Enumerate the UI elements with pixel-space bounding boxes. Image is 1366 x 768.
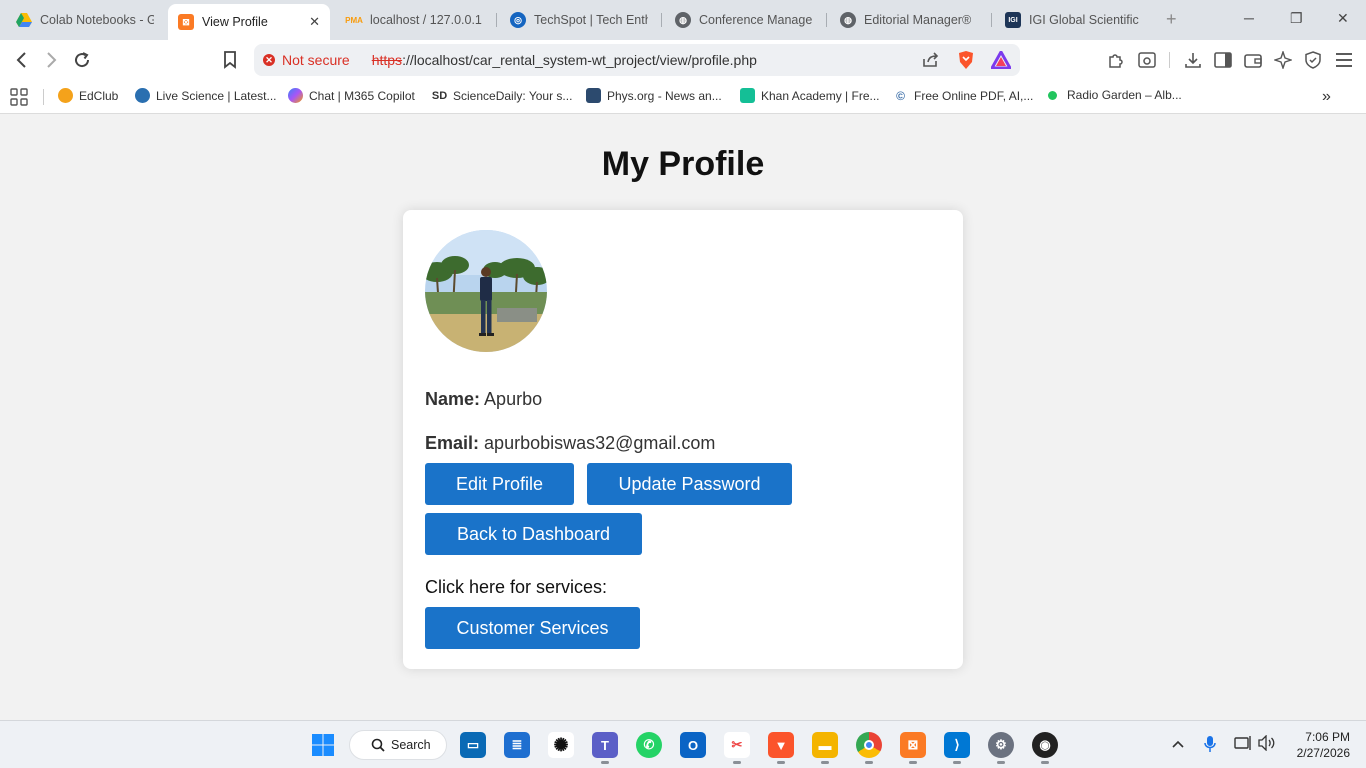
tab-view-profile[interactable]: ⊠ View Profile ✕: [168, 4, 330, 40]
igi-icon: IGI: [1005, 12, 1021, 28]
tab-conference-manager[interactable]: ◍ Conference Managem: [665, 6, 823, 34]
downloads-icon[interactable]: [1182, 49, 1204, 71]
bookmark-khan-academy[interactable]: Khan Academy | Fre...: [740, 88, 880, 103]
xampp-taskbar-icon[interactable]: ⊠: [900, 732, 926, 758]
sciencedaily-icon: SD: [431, 89, 448, 102]
window-close-icon[interactable]: ✕: [1337, 10, 1349, 27]
tab-phpmyadmin[interactable]: PMA localhost / 127.0.0.1 /: [336, 6, 494, 34]
teams-icon[interactable]: T: [592, 732, 618, 758]
address-bar[interactable]: ✕ Not secure https://localhost/car_renta…: [254, 44, 1020, 76]
bookmark-icon[interactable]: [219, 49, 241, 71]
bookmark-sciencedaily[interactable]: SD ScienceDaily: Your s...: [431, 88, 573, 103]
back-icon[interactable]: [11, 49, 33, 71]
security-label[interactable]: Not secure: [282, 52, 350, 68]
url-text[interactable]: https://localhost/car_rental_system-wt_p…: [372, 52, 757, 68]
tab-igi-global[interactable]: IGI IGI Global Scientific P: [995, 6, 1153, 34]
tab-editorial-manager[interactable]: ◍ Editorial Manager®: [830, 6, 988, 34]
new-tab-button[interactable]: +: [1166, 9, 1177, 30]
wallet-icon[interactable]: [1242, 49, 1264, 71]
clock-date: 2/27/2026: [1296, 746, 1350, 760]
share-icon[interactable]: [920, 49, 942, 71]
leo-ai-icon[interactable]: [1272, 49, 1294, 71]
bookmarks-bar: EdClub Live Science | Latest... Chat | M…: [0, 80, 1366, 114]
profile-card: Name: Apurbo Email: apurbobiswas32@gmail…: [403, 210, 963, 669]
xampp-icon: ⊠: [178, 14, 194, 30]
chrome-icon[interactable]: [856, 732, 882, 758]
bookmark-copilot[interactable]: Chat | M365 Copilot: [288, 88, 415, 103]
file-explorer-icon[interactable]: ▬: [812, 732, 838, 758]
copilot-icon: [288, 88, 303, 103]
chevron-up-icon[interactable]: [1172, 735, 1184, 751]
extensions-icon[interactable]: [1105, 49, 1127, 71]
not-secure-icon: ✕: [263, 54, 275, 66]
clock-time: 7:06 PM: [1305, 730, 1350, 744]
vscode-icon[interactable]: ⟩: [944, 732, 970, 758]
vpn-shield-icon[interactable]: [1302, 49, 1324, 71]
globe-icon: ◍: [840, 12, 856, 28]
minimize-icon[interactable]: ─: [1244, 10, 1254, 26]
more-bookmarks-icon[interactable]: »: [1322, 88, 1331, 106]
reload-icon[interactable]: [71, 49, 93, 71]
bookmark-radio-garden[interactable]: Radio Garden – Alb...: [1048, 88, 1182, 102]
khan-academy-icon: [740, 88, 755, 103]
apps-grid-icon[interactable]: [10, 88, 28, 106]
windows-start-icon[interactable]: [310, 732, 336, 758]
email-row: Email: apurbobiswas32@gmail.com: [425, 433, 715, 454]
desktop-app-icon[interactable]: ▭: [460, 732, 486, 758]
services-prompt: Click here for services:: [425, 577, 608, 597]
network-icon[interactable]: [1234, 735, 1252, 754]
physorg-icon: [586, 88, 601, 103]
bookmark-pdf-tool[interactable]: © Free Online PDF, AI,...: [893, 88, 1033, 103]
obs-icon[interactable]: ◉: [1032, 732, 1058, 758]
email-label: Email:: [425, 433, 480, 453]
page-title: My Profile: [601, 145, 765, 183]
brave-rewards-icon[interactable]: [990, 49, 1012, 71]
globe-icon: ◍: [675, 12, 691, 28]
bookmark-live-science[interactable]: Live Science | Latest...: [135, 88, 277, 103]
brave-icon[interactable]: ▼: [768, 732, 794, 758]
restore-icon[interactable]: ❐: [1290, 10, 1303, 27]
google-drive-icon: [16, 12, 32, 28]
snipping-tool-icon[interactable]: ✂: [724, 732, 750, 758]
email-value: apurbobiswas32@gmail.com: [484, 433, 716, 453]
close-tab-icon[interactable]: ✕: [303, 14, 320, 30]
update-password-button[interactable]: Update Password: [587, 463, 792, 505]
name-value: Apurbo: [484, 389, 543, 409]
customer-services-button[interactable]: Customer Services: [425, 607, 640, 649]
search-icon: [371, 738, 385, 752]
browser-toolbar: ✕ Not secure https://localhost/car_renta…: [0, 40, 1366, 80]
phpmyadmin-icon: PMA: [345, 15, 363, 25]
avatar: [425, 230, 547, 352]
whatsapp-icon[interactable]: ✆: [636, 732, 662, 758]
bookmark-edclub[interactable]: EdClub: [58, 88, 118, 103]
taskbar-search[interactable]: Search: [349, 730, 447, 760]
system-clock[interactable]: 7:06 PM 2/27/2026: [1286, 729, 1350, 761]
reader-mode-icon[interactable]: [1136, 49, 1158, 71]
chatgpt-icon[interactable]: ✺: [548, 732, 574, 758]
windows-taskbar: Search ▭ ≣ ✺ T ✆ O ✂ ▼ ▬ ⊠ ⟩ ⚙ ◉ 7:06 PM…: [0, 720, 1366, 768]
name-label: Name:: [425, 389, 481, 409]
brave-shields-icon[interactable]: [955, 49, 977, 71]
volume-icon[interactable]: [1258, 734, 1276, 754]
radio-garden-icon: [1048, 90, 1057, 100]
edit-profile-button[interactable]: Edit Profile: [425, 463, 574, 505]
forward-icon[interactable]: [40, 49, 62, 71]
microphone-icon[interactable]: [1204, 735, 1216, 756]
outlook-icon[interactable]: O: [680, 732, 706, 758]
notepad-icon[interactable]: ≣: [504, 732, 530, 758]
pdf-tool-icon: ©: [896, 88, 905, 103]
name-row: Name: Apurbo: [425, 389, 542, 410]
bookmark-physorg[interactable]: Phys.org - News an...: [586, 88, 722, 103]
livescience-icon: [135, 88, 150, 103]
sidebar-icon[interactable]: [1212, 49, 1234, 71]
back-to-dashboard-button[interactable]: Back to Dashboard: [425, 513, 642, 555]
browser-tab-strip: Colab Notebooks - Go ⊠ View Profile ✕ PM…: [0, 0, 1366, 40]
edclub-icon: [58, 88, 73, 103]
settings-gear-icon[interactable]: ⚙: [988, 732, 1014, 758]
tab-techspot[interactable]: ◎ TechSpot | Tech Enthu: [500, 6, 658, 34]
techspot-icon: ◎: [510, 12, 526, 28]
tab-colab[interactable]: Colab Notebooks - Go: [6, 6, 164, 34]
menu-icon[interactable]: [1333, 49, 1355, 71]
